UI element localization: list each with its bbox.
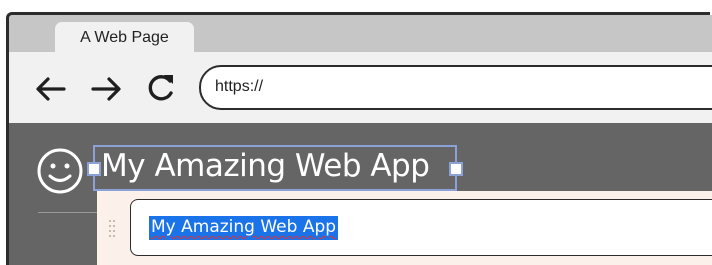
resize-handle-left[interactable] bbox=[87, 162, 101, 176]
forward-arrow-icon[interactable] bbox=[90, 73, 124, 105]
tab-title: A Web Page bbox=[80, 29, 169, 46]
browser-tab[interactable]: A Web Page bbox=[55, 22, 194, 52]
reload-icon[interactable] bbox=[144, 71, 178, 105]
back-arrow-icon[interactable] bbox=[34, 73, 68, 105]
drag-grip-icon[interactable] bbox=[108, 219, 116, 239]
app-title: My Amazing Web App bbox=[101, 148, 430, 184]
resize-handle-right[interactable] bbox=[449, 162, 463, 176]
smiley-face-icon bbox=[37, 148, 83, 194]
title-edit-value[interactable]: My Amazing Web App bbox=[149, 216, 339, 240]
header-divider bbox=[38, 212, 106, 213]
url-text: https:// bbox=[215, 78, 264, 95]
address-bar[interactable]: https:// bbox=[199, 65, 712, 110]
